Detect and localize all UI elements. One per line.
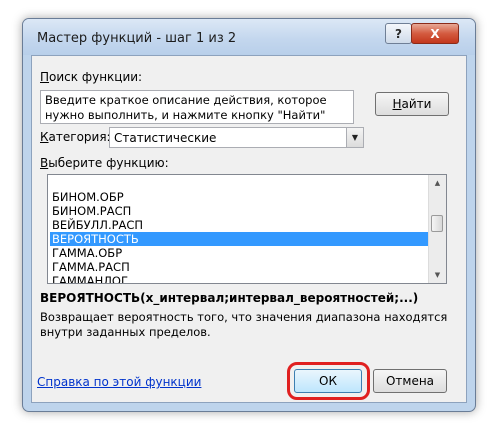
cancel-button[interactable]: Отмена	[373, 369, 447, 393]
close-button[interactable]: X	[411, 23, 459, 44]
chevron-down-icon[interactable]: ▼	[346, 128, 363, 147]
function-description: Возвращает вероятность того, что значени…	[40, 310, 448, 339]
dialog-body: Поиск функции: Введите краткое описание …	[31, 55, 467, 403]
function-list-label: Выберите функцию:	[40, 156, 169, 170]
category-select[interactable]: Статистические ▼	[109, 127, 364, 148]
help-button[interactable]: ?	[385, 23, 412, 44]
dialog-title: Мастер функций - шаг 1 из 2	[37, 31, 237, 46]
function-help-link[interactable]: Справка по этой функции	[37, 375, 201, 389]
list-item[interactable]: БИНОМ.РАСП	[50, 204, 428, 218]
function-list[interactable]: БИНОМ.ОБР БИНОМ.РАСП ВЕЙБУЛЛ.РАСП ВЕРОЯТ…	[47, 174, 447, 284]
function-signature: ВЕРОЯТНОСТЬ(x_интервал;интервал_вероятно…	[40, 291, 419, 305]
scroll-down-icon[interactable]: ▼	[429, 267, 446, 283]
search-label: Поиск функции:	[40, 70, 143, 84]
scroll-thumb[interactable]	[431, 215, 443, 232]
scroll-up-icon[interactable]: ▲	[429, 175, 446, 191]
list-item[interactable]: ВЕЙБУЛЛ.РАСП	[50, 218, 428, 232]
ok-button[interactable]: ОК	[294, 369, 362, 393]
list-item[interactable]: ГАММА.РАСП	[50, 260, 428, 274]
find-button[interactable]: Найти	[375, 92, 449, 116]
close-icon: X	[430, 26, 440, 41]
list-item[interactable]: ГАММА.ОБР	[50, 246, 428, 260]
list-item-selected[interactable]: ВЕРОЯТНОСТЬ	[50, 232, 428, 246]
search-input[interactable]: Введите краткое описание действия, котор…	[40, 90, 354, 124]
list-scrollbar[interactable]: ▲ ▼	[428, 175, 446, 283]
title-bar[interactable]: Мастер функций - шаг 1 из 2 ? X	[23, 19, 475, 55]
function-wizard-dialog: Мастер функций - шаг 1 из 2 ? X Поиск фу…	[22, 18, 476, 412]
help-icon: ?	[395, 26, 402, 41]
list-item[interactable]: БИНОМ.ОБР	[50, 190, 428, 204]
list-item[interactable]: ГАММАНЛОГ	[50, 274, 428, 283]
category-label: Категория:	[40, 130, 111, 144]
list-item[interactable]	[50, 176, 428, 190]
category-value: Статистические	[114, 131, 217, 145]
